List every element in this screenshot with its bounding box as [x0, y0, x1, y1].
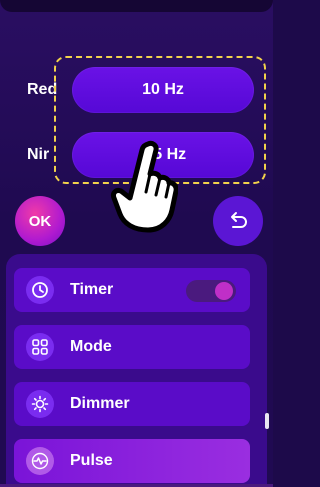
- menu-item-label: Dimmer: [70, 395, 130, 412]
- scrollbar-thumb[interactable]: [265, 413, 269, 429]
- red-frequency-value: 10 Hz: [142, 81, 184, 98]
- pulse-icon: [26, 447, 54, 475]
- device-screen: Red Nir 10 Hz 2.5 Hz OK Timer Mode Dimme…: [0, 0, 273, 487]
- menu-item-pulse[interactable]: Pulse: [14, 439, 250, 483]
- scrollbar-track[interactable]: [264, 254, 269, 487]
- pointing-hand-icon: [111, 140, 178, 233]
- ok-label: OK: [28, 212, 52, 230]
- menu-item-dimmer[interactable]: Dimmer: [14, 382, 250, 426]
- menu-item-label: Timer: [70, 281, 114, 298]
- red-label: Red: [27, 81, 58, 98]
- timer-toggle[interactable]: [186, 280, 236, 302]
- undo-icon: [231, 212, 247, 228]
- toggle-knob: [215, 282, 233, 300]
- ok-button[interactable]: OK: [15, 196, 65, 246]
- menu-item-mode[interactable]: Mode: [14, 325, 250, 369]
- menu-item-timer[interactable]: Timer: [14, 268, 250, 312]
- brightness-icon: [26, 390, 54, 418]
- clock-icon: [26, 276, 54, 304]
- menu-item-label: Mode: [70, 338, 112, 355]
- back-button[interactable]: [213, 196, 263, 246]
- top-strip: [0, 0, 273, 12]
- red-frequency-button[interactable]: 10 Hz: [72, 67, 254, 113]
- grid-icon: [26, 333, 54, 361]
- menu-item-label: Pulse: [70, 452, 113, 469]
- nir-label: Nir: [27, 146, 50, 163]
